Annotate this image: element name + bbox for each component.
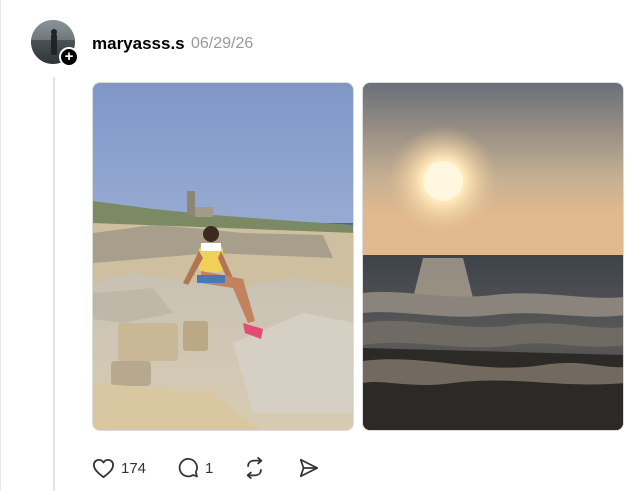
post-date: 06/29/26: [191, 35, 254, 52]
post-page: + maryasss.s 06/29/26 174 1: [0, 0, 629, 491]
photo-sunset-sea-icon: [363, 83, 623, 430]
author-username[interactable]: maryasss.s: [92, 34, 185, 54]
post-image-2[interactable]: [362, 82, 624, 431]
photo-girl-on-rocks-icon: [93, 83, 353, 430]
repost-icon: [243, 457, 266, 479]
thread-line: [53, 77, 55, 491]
heart-icon: [92, 457, 115, 479]
send-icon: [298, 457, 320, 479]
share-button[interactable]: [298, 456, 320, 480]
like-count: 174: [121, 459, 147, 477]
like-button[interactable]: 174: [92, 456, 146, 480]
author-avatar-container[interactable]: +: [31, 20, 79, 67]
comment-icon: [177, 457, 199, 479]
repost-button[interactable]: [243, 456, 266, 480]
post-image-1[interactable]: [92, 82, 354, 431]
left-divider: [0, 0, 1, 491]
follow-plus-icon[interactable]: +: [59, 47, 79, 67]
avatar-person: [51, 33, 57, 55]
reply-button[interactable]: 1: [177, 456, 213, 480]
reply-count: 1: [205, 459, 214, 477]
